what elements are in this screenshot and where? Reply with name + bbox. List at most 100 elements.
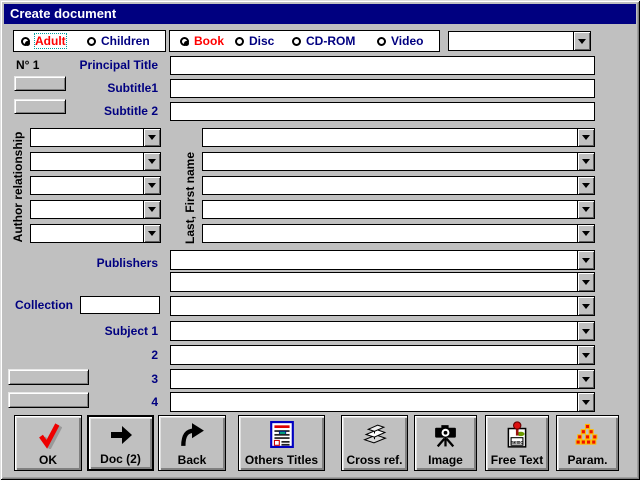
dropdown-arrow-button[interactable] (577, 153, 594, 170)
dropdown-arrow-button[interactable] (577, 273, 594, 291)
radio-adult[interactable]: Adult (21, 31, 66, 51)
principal-title-label: Principal Title (0, 58, 158, 72)
radio-button-icon[interactable] (377, 37, 386, 46)
free-text-button[interactable]: memo Free Text (485, 415, 549, 471)
collection-combo[interactable] (170, 296, 595, 316)
dropdown-arrow-button[interactable] (143, 129, 160, 146)
radio-button-icon[interactable] (292, 37, 301, 46)
back-icon-wrap (179, 416, 205, 453)
author-relationship-combo-2[interactable] (30, 152, 161, 171)
radio-children[interactable]: Children (87, 31, 150, 51)
radio-button-icon[interactable] (21, 37, 30, 46)
subject2-label: 2 (0, 348, 158, 362)
radio-video-label[interactable]: Video (391, 34, 423, 48)
image-button[interactable]: Image (414, 415, 477, 471)
audience-radio-group: Adult Children (13, 30, 166, 52)
publisher-combo-1[interactable] (170, 250, 595, 270)
dropdown-arrow-button[interactable] (577, 297, 594, 315)
dropdown-arrow-button[interactable] (143, 225, 160, 242)
top-dropdown[interactable] (448, 31, 591, 51)
param-button-label: Param. (567, 453, 607, 467)
memo-icon-text: memo (511, 439, 524, 445)
param-icon-wrap (574, 416, 601, 453)
dropdown-arrow-button[interactable] (577, 370, 594, 388)
subtitle2-label: Subtitle 2 (0, 104, 158, 118)
collection-label: Collection (0, 298, 73, 312)
ok-icon-wrap (34, 416, 62, 453)
ok-button[interactable]: OK (14, 415, 82, 471)
media-radio-group: Book Disc CD-ROM Video (169, 30, 440, 52)
left-blank-button-2[interactable] (8, 392, 89, 408)
others-titles-button-label: Others Titles (245, 453, 318, 467)
free-text-button-label: Free Text (491, 453, 543, 467)
left-blank-button-1[interactable] (8, 369, 89, 385)
dots-pyramid-icon (574, 423, 601, 446)
subject3-combo[interactable] (170, 369, 595, 389)
subject1-label: Subject 1 (0, 324, 158, 338)
doc2-button-label: Doc (2) (100, 452, 141, 466)
radio-video[interactable]: Video (377, 31, 423, 51)
dropdown-arrow-button[interactable] (577, 129, 594, 146)
radio-disc-label[interactable]: Disc (249, 34, 274, 48)
radio-book-label[interactable]: Book (194, 34, 224, 48)
principal-title-input[interactable] (170, 56, 595, 75)
author-relationship-combo-5[interactable] (30, 224, 161, 243)
author-relationship-combo-1[interactable] (30, 128, 161, 147)
dropdown-arrow-button[interactable] (577, 251, 594, 269)
dropdown-arrow-button[interactable] (143, 153, 160, 170)
publisher-combo-2[interactable] (170, 272, 595, 292)
subtitle1-input[interactable] (170, 79, 595, 98)
author-name-combo-2[interactable] (202, 152, 595, 171)
back-button[interactable]: Back (158, 415, 226, 471)
dropdown-arrow-button[interactable] (577, 346, 594, 364)
camera-icon (432, 422, 459, 448)
image-icon-wrap (432, 416, 459, 453)
doc2-icon-wrap (107, 417, 135, 452)
subject2-combo[interactable] (170, 345, 595, 365)
window-title: Create document (10, 6, 116, 21)
dropdown-arrow-button[interactable] (573, 32, 590, 50)
radio-button-icon[interactable] (87, 37, 96, 46)
author-name-combo-1[interactable] (202, 128, 595, 147)
radio-adult-label[interactable]: Adult (35, 34, 66, 48)
cross-ref-button[interactable]: Cross ref. (341, 415, 408, 471)
cross-ref-button-label: Cross ref. (346, 453, 402, 467)
others-titles-button[interactable]: Others Titles (238, 415, 325, 471)
dropdown-arrow-button[interactable] (577, 322, 594, 340)
books-icon (361, 422, 389, 447)
collection-input[interactable] (80, 296, 160, 314)
window-titlebar: Create document (4, 4, 636, 24)
back-button-label: Back (178, 453, 207, 467)
radio-disc[interactable]: Disc (235, 31, 274, 51)
radio-book[interactable]: Book (180, 31, 224, 51)
radio-button-icon[interactable] (180, 37, 189, 46)
param-button[interactable]: Param. (556, 415, 619, 471)
create-document-window: Create document Adult Children Book Disc… (0, 0, 640, 480)
radio-cdrom[interactable]: CD-ROM (292, 31, 355, 51)
dropdown-arrow-button[interactable] (577, 177, 594, 194)
author-relationship-label: Author relationship (10, 127, 26, 247)
radio-cdrom-label[interactable]: CD-ROM (306, 34, 355, 48)
dropdown-arrow-button[interactable] (143, 201, 160, 218)
subtitle1-label: Subtitle1 (0, 81, 158, 95)
author-name-combo-5[interactable] (202, 224, 595, 243)
doc2-button[interactable]: Doc (2) (87, 415, 154, 471)
author-relationship-combo-3[interactable] (30, 176, 161, 195)
dropdown-arrow-button[interactable] (577, 225, 594, 242)
curved-arrow-icon (179, 422, 205, 448)
radio-button-icon[interactable] (235, 37, 244, 46)
dropdown-arrow-button[interactable] (577, 393, 594, 411)
publishers-label: Publishers (0, 256, 158, 270)
dropdown-arrow-button[interactable] (143, 177, 160, 194)
author-name-combo-4[interactable] (202, 200, 595, 219)
subtitle2-input[interactable] (170, 102, 595, 121)
memo-icon: memo (503, 421, 531, 449)
radio-children-label[interactable]: Children (101, 34, 150, 48)
subject4-combo[interactable] (170, 392, 595, 412)
author-relationship-combo-4[interactable] (30, 200, 161, 219)
subject1-combo[interactable] (170, 321, 595, 341)
cross-ref-icon-wrap (361, 416, 389, 453)
dropdown-arrow-button[interactable] (577, 201, 594, 218)
author-name-combo-3[interactable] (202, 176, 595, 195)
author-name-label: Last, First name (182, 146, 198, 250)
